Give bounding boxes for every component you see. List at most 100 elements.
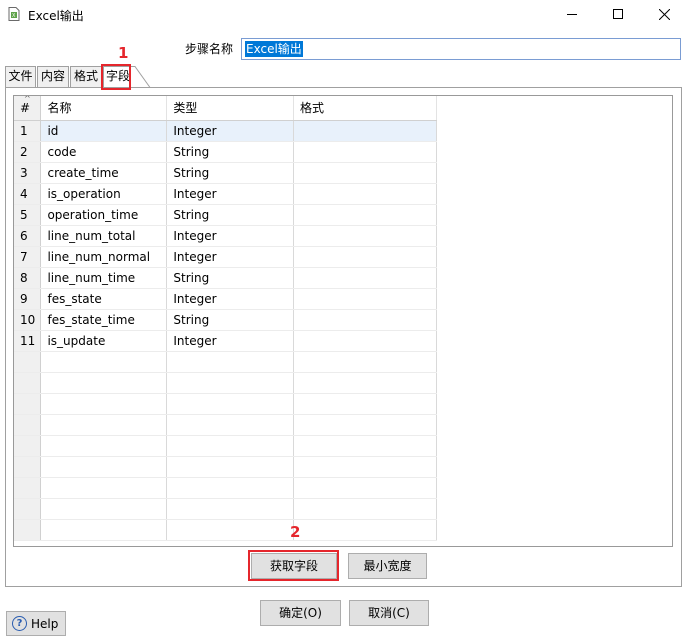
cell-type[interactable] bbox=[166, 456, 295, 478]
cell-format[interactable] bbox=[293, 141, 437, 163]
table-row[interactable] bbox=[14, 393, 672, 415]
cell-name[interactable]: fes_state bbox=[40, 288, 168, 310]
cell-type[interactable] bbox=[166, 351, 295, 373]
cell-type[interactable]: String bbox=[166, 204, 295, 226]
cell-type[interactable]: String bbox=[166, 267, 295, 289]
cell-name[interactable] bbox=[40, 372, 168, 394]
cell-format[interactable] bbox=[293, 519, 437, 541]
cell-format[interactable] bbox=[293, 162, 437, 184]
cell-format[interactable] bbox=[293, 309, 437, 331]
ok-button[interactable]: 确定(O) bbox=[260, 600, 341, 626]
cell-name[interactable] bbox=[40, 414, 168, 436]
cell-type[interactable] bbox=[166, 498, 295, 520]
cell-type[interactable]: String bbox=[166, 309, 295, 331]
cell-type[interactable]: Integer bbox=[166, 120, 295, 142]
table-row[interactable]: 1 id Integer bbox=[14, 120, 672, 142]
tab-file[interactable]: 文件 bbox=[5, 66, 36, 87]
cell-name[interactable]: line_num_normal bbox=[40, 246, 168, 268]
cell-name[interactable] bbox=[40, 498, 168, 520]
cell-name[interactable]: id bbox=[40, 120, 168, 142]
cell-type[interactable] bbox=[166, 372, 295, 394]
cell-name[interactable] bbox=[40, 351, 168, 373]
help-button[interactable]: ? Help bbox=[6, 611, 66, 636]
cell-name[interactable]: line_num_time bbox=[40, 267, 168, 289]
table-row[interactable] bbox=[14, 435, 672, 457]
row-filler bbox=[436, 498, 672, 519]
cell-type[interactable]: String bbox=[166, 162, 295, 184]
cell-type[interactable] bbox=[166, 435, 295, 457]
cell-format[interactable] bbox=[293, 267, 437, 289]
cell-format[interactable] bbox=[293, 372, 437, 394]
table-row[interactable] bbox=[14, 498, 672, 520]
tab-format[interactable]: 格式 bbox=[70, 66, 102, 87]
cell-name[interactable]: code bbox=[40, 141, 168, 163]
step-name-label: 步骤名称 bbox=[185, 42, 234, 56]
table-row[interactable] bbox=[14, 456, 672, 478]
step-name-value: Excel输出 bbox=[245, 41, 303, 57]
tab-content[interactable]: 内容 bbox=[37, 66, 69, 87]
row-number: 7 bbox=[14, 246, 42, 268]
table-row[interactable]: 9 fes_state Integer bbox=[14, 288, 672, 310]
cell-type[interactable] bbox=[166, 393, 295, 415]
cell-format[interactable] bbox=[293, 183, 437, 205]
cell-name[interactable] bbox=[40, 519, 168, 541]
table-row[interactable] bbox=[14, 351, 672, 373]
maximize-button[interactable] bbox=[595, 0, 641, 28]
cell-format[interactable] bbox=[293, 414, 437, 436]
cell-format[interactable] bbox=[293, 477, 437, 499]
cell-format[interactable] bbox=[293, 225, 437, 247]
table-row[interactable]: 5 operation_time String bbox=[14, 204, 672, 226]
fields-table[interactable]: ^ # 名称 类型 格式 1 id Integer 2 code String 3 creat… bbox=[13, 95, 673, 547]
cell-type[interactable]: Integer bbox=[166, 288, 295, 310]
cell-format[interactable] bbox=[293, 288, 437, 310]
table-row[interactable]: 10 fes_state_time String bbox=[14, 309, 672, 331]
minimize-button[interactable] bbox=[549, 0, 595, 28]
cell-format[interactable] bbox=[293, 393, 437, 415]
cell-format[interactable] bbox=[293, 435, 437, 457]
cell-type[interactable] bbox=[166, 477, 295, 499]
column-header-name[interactable]: 名称 bbox=[40, 96, 168, 121]
cell-type[interactable]: Integer bbox=[166, 225, 295, 247]
cell-name[interactable]: is_operation bbox=[40, 183, 168, 205]
cell-name[interactable]: fes_state_time bbox=[40, 309, 168, 331]
table-row[interactable] bbox=[14, 519, 672, 541]
cell-format[interactable] bbox=[293, 498, 437, 520]
table-row[interactable]: 3 create_time String bbox=[14, 162, 672, 184]
step-name-input[interactable]: Excel输出 bbox=[241, 38, 681, 60]
cell-type[interactable] bbox=[166, 519, 295, 541]
cell-name[interactable]: operation_time bbox=[40, 204, 168, 226]
cell-format[interactable] bbox=[293, 204, 437, 226]
cell-type[interactable]: Integer bbox=[166, 330, 295, 352]
table-row[interactable] bbox=[14, 372, 672, 394]
cell-name[interactable]: is_update bbox=[40, 330, 168, 352]
table-row[interactable]: 7 line_num_normal Integer bbox=[14, 246, 672, 268]
column-header-number[interactable]: ^ # bbox=[14, 96, 42, 121]
column-header-format[interactable]: 格式 bbox=[293, 96, 437, 121]
cell-format[interactable] bbox=[293, 456, 437, 478]
cell-name[interactable] bbox=[40, 435, 168, 457]
column-header-type[interactable]: 类型 bbox=[166, 96, 295, 121]
cell-type[interactable]: Integer bbox=[166, 183, 295, 205]
min-width-button[interactable]: 最小宽度 bbox=[348, 553, 427, 579]
cell-type[interactable]: Integer bbox=[166, 246, 295, 268]
table-row[interactable]: 6 line_num_total Integer bbox=[14, 225, 672, 247]
table-row[interactable] bbox=[14, 414, 672, 436]
cell-name[interactable] bbox=[40, 456, 168, 478]
table-row[interactable]: 4 is_operation Integer bbox=[14, 183, 672, 205]
cell-name[interactable] bbox=[40, 393, 168, 415]
cell-name[interactable] bbox=[40, 477, 168, 499]
table-row[interactable]: 2 code String bbox=[14, 141, 672, 163]
cell-name[interactable]: create_time bbox=[40, 162, 168, 184]
cell-type[interactable] bbox=[166, 414, 295, 436]
cell-format[interactable] bbox=[293, 120, 437, 142]
table-row[interactable]: 8 line_num_time String bbox=[14, 267, 672, 289]
table-row[interactable] bbox=[14, 477, 672, 499]
cell-type[interactable]: String bbox=[166, 141, 295, 163]
table-row[interactable]: 11 is_update Integer bbox=[14, 330, 672, 352]
cell-name[interactable]: line_num_total bbox=[40, 225, 168, 247]
cell-format[interactable] bbox=[293, 351, 437, 373]
cell-format[interactable] bbox=[293, 330, 437, 352]
cell-format[interactable] bbox=[293, 246, 437, 268]
close-button[interactable] bbox=[641, 0, 687, 28]
cancel-button[interactable]: 取消(C) bbox=[349, 600, 429, 626]
